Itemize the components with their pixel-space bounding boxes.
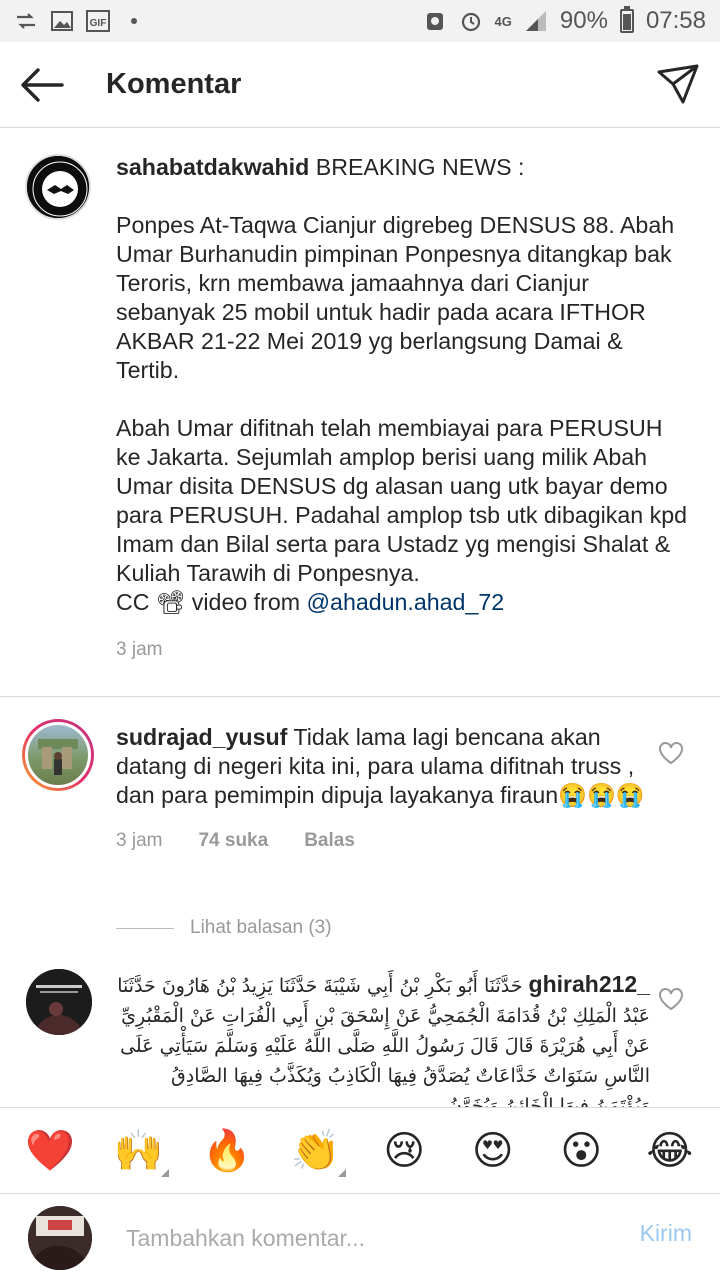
post-caption: sahabatdakwahid BREAKING NEWS : Ponpes A… <box>0 129 720 697</box>
avatar[interactable] <box>25 154 91 220</box>
avatar-photo <box>25 722 91 788</box>
battery-percent: 90% <box>559 7 608 34</box>
emoji-clapping-hands[interactable]: 👏 <box>286 1121 346 1181</box>
comment-item: sudrajad_yusuf Tidak lama lagi bencana a… <box>0 697 720 893</box>
avatar[interactable] <box>22 719 94 791</box>
emoji-raising-hands[interactable]: 🙌 <box>109 1121 169 1181</box>
comment-input[interactable] <box>126 1218 596 1258</box>
caption-username[interactable]: sahabatdakwahid <box>116 154 309 180</box>
comment-composer: Kirim <box>0 1193 720 1280</box>
avatar-image <box>28 1206 92 1270</box>
network-type: 4G <box>494 13 512 29</box>
caption-text: sahabatdakwahid BREAKING NEWS : Ponpes A… <box>116 153 690 617</box>
comment-text: _ghirah212 حَدَّثَنَا أَبُو بَكْرِ بْنُ … <box>116 969 650 1107</box>
like-count[interactable]: 74 suka <box>198 830 268 852</box>
signal-icon <box>524 10 548 32</box>
arrow-left-icon <box>21 67 64 102</box>
view-replies-label[interactable]: Lihat balasan (3) <box>190 917 332 939</box>
emoji-quick-bar: ❤️ 🙌 🔥 👏 😢 😍 😮 😂 <box>0 1107 720 1193</box>
image-icon <box>50 10 74 32</box>
emoji-surprised-face[interactable]: 😮 <box>551 1121 611 1181</box>
status-left: GIF <box>14 10 146 32</box>
caption-meta: 3 jam <box>116 639 690 661</box>
comment-text: sudrajad_yusuf Tidak lama lagi bencana a… <box>116 723 650 810</box>
like-comment-button[interactable] <box>658 741 684 765</box>
alarm-icon <box>459 10 483 32</box>
emoji-fire[interactable]: 🔥 <box>197 1121 257 1181</box>
view-replies-button[interactable]: Lihat balasan (3) <box>0 893 720 963</box>
avatar <box>28 1206 92 1270</box>
like-comment-button[interactable] <box>658 987 684 1011</box>
direct-share-button[interactable] <box>654 60 702 108</box>
comment-meta: 3 jam 74 suka Balas <box>116 830 650 852</box>
comment-username[interactable]: _ghirah212 <box>529 971 650 997</box>
status-bar: GIF 4G 90% 07:58 <box>0 0 720 42</box>
caption-time: 3 jam <box>116 639 163 660</box>
recycle-icon <box>423 10 447 32</box>
app-header: Komentar <box>0 42 720 128</box>
battery-icon <box>619 6 634 33</box>
status-right: 4G 90% 07:58 <box>423 6 706 35</box>
heart-outline-icon <box>659 742 683 765</box>
comment-item: _ghirah212 حَدَّثَنَا أَبُو بَكْرِ بْنُ … <box>0 963 720 1107</box>
divider-line <box>116 927 174 929</box>
sync-icon <box>14 10 38 32</box>
avatar-image <box>26 969 92 1035</box>
emoji-heart-eyes[interactable]: 😍 <box>463 1121 523 1181</box>
gif-icon: GIF <box>86 10 110 32</box>
post-comment-button[interactable]: Kirim <box>640 1220 692 1247</box>
emoji-heart[interactable]: ❤️ <box>20 1121 80 1181</box>
dot-icon <box>122 10 146 32</box>
comment-username[interactable]: sudrajad_yusuf <box>116 724 287 750</box>
paper-plane-icon <box>657 64 699 104</box>
avatar-image <box>38 739 78 775</box>
avatar-handshake-logo <box>27 156 89 218</box>
page-title: Komentar <box>106 68 242 100</box>
svg-text:GIF: GIF <box>90 18 107 29</box>
clock: 07:58 <box>645 7 706 34</box>
emoji-tears-of-joy[interactable]: 😂 <box>640 1121 700 1181</box>
avatar[interactable] <box>26 969 92 1035</box>
reply-button[interactable]: Balas <box>304 830 355 852</box>
mention-link[interactable]: @ahadun.ahad_72 <box>307 589 505 615</box>
heart-outline-icon <box>659 988 683 1011</box>
emoji-crying-face[interactable]: 😢 <box>374 1121 434 1181</box>
back-button[interactable] <box>0 42 84 128</box>
caption-body: BREAKING NEWS : Ponpes At-Taqwa Cianjur … <box>116 154 687 615</box>
comments-list[interactable]: sahabatdakwahid BREAKING NEWS : Ponpes A… <box>0 129 720 1107</box>
comment-time: 3 jam <box>116 830 163 851</box>
